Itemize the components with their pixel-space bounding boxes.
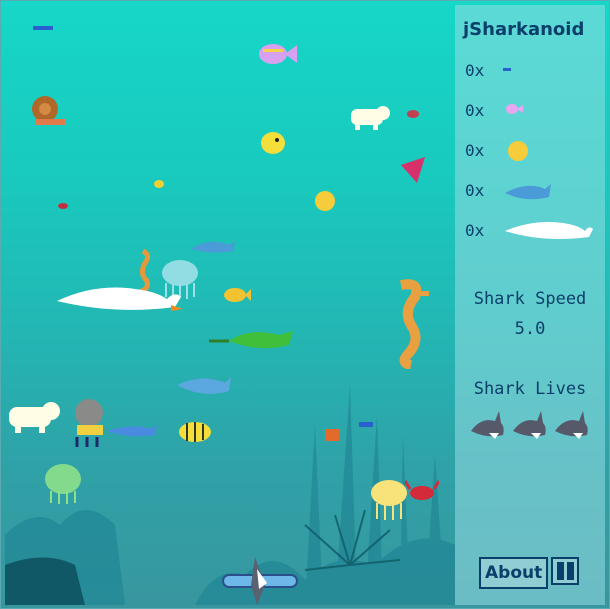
dolphin-icon [505, 184, 551, 200]
striped-fish [179, 422, 211, 442]
shark-lives-label: Shark Lives [473, 379, 587, 399]
polar-bear-2 [9, 402, 60, 433]
game-field[interactable] [5, 5, 455, 605]
about-button[interactable]: About [479, 557, 549, 589]
green-jellyfish [45, 464, 81, 504]
red-crab [405, 480, 439, 500]
shark-life-icon [471, 411, 504, 439]
orange-shell [325, 429, 339, 441]
pink-fish-icon [506, 104, 523, 114]
small-blue-fish [33, 26, 53, 30]
game-window: jSharkanoid 0x 0x 0x 0x 0x Shark Speed 5… [0, 0, 610, 609]
crab-small [407, 110, 419, 118]
tiny-blue-fish [359, 422, 373, 427]
score-count-small-fish: 0x [465, 61, 485, 80]
side-panel: jSharkanoid 0x 0x 0x 0x 0x Shark Speed 5… [455, 5, 605, 605]
score-count-pink-fish: 0x [465, 101, 485, 120]
manta-ray [401, 157, 425, 183]
pause-button[interactable] [551, 557, 579, 585]
polar-bear [351, 106, 390, 130]
small-fish-icon [503, 68, 511, 71]
blue-whale [177, 377, 231, 394]
blue-dolphin-2 [107, 425, 157, 437]
pufferfish-icon [508, 141, 528, 161]
green-narwhal [209, 331, 293, 349]
angelfish [259, 44, 297, 64]
crab-tiny [58, 203, 68, 209]
shark-life-icon [555, 411, 588, 439]
shark-speed-value: 5.0 [514, 319, 546, 339]
shark-speed-label: Shark Speed [473, 289, 587, 309]
large-seahorse [399, 279, 429, 369]
striped-yellow-fish [224, 288, 251, 302]
yellow-fish [261, 132, 285, 154]
game-title: jSharkanoid [463, 19, 585, 40]
shark-paddle[interactable] [221, 555, 301, 605]
swan-icon [505, 222, 593, 239]
snail [32, 96, 65, 125]
shark-life-icon [513, 411, 546, 439]
yellow-jellyfish [371, 480, 407, 520]
score-count-pufferfish: 0x [465, 141, 485, 160]
score-count-swan: 0x [465, 221, 485, 240]
score-count-dolphin: 0x [465, 181, 485, 200]
pufferfish [315, 191, 335, 211]
tiny-yellow-fish [154, 180, 164, 188]
white-swan-left [57, 287, 183, 311]
blue-dolphin [191, 241, 235, 253]
